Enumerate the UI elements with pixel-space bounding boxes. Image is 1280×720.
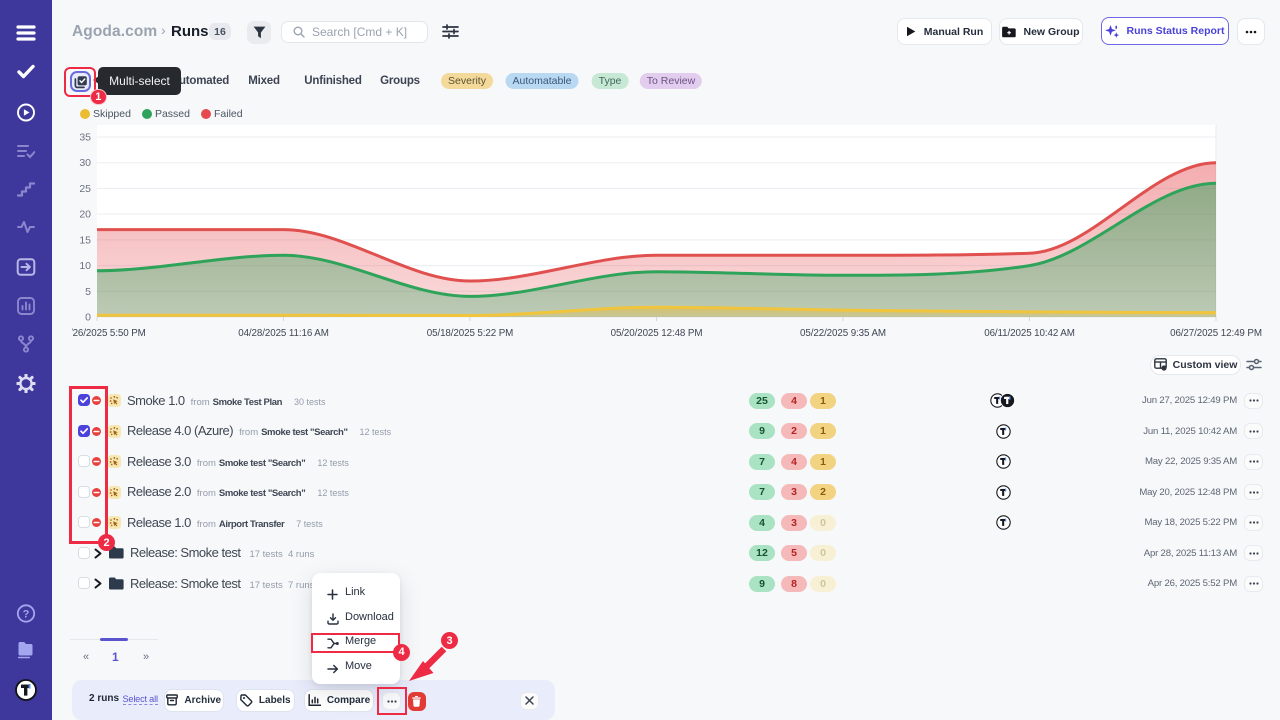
- svg-text:25: 25: [79, 183, 91, 195]
- svg-text:05/18/2025 5:22 PM: 05/18/2025 5:22 PM: [427, 328, 513, 339]
- svg-text:?: ?: [23, 608, 30, 620]
- svg-text:05/20/2025 12:48 PM: 05/20/2025 12:48 PM: [611, 328, 703, 339]
- svg-text:04/28/2025 11:16 AM: 04/28/2025 11:16 AM: [238, 328, 329, 339]
- svg-text:5: 5: [85, 286, 91, 298]
- svg-text:05/22/2025 9:35 AM: 05/22/2025 9:35 AM: [800, 328, 886, 339]
- svg-text:06/11/2025 10:42 AM: 06/11/2025 10:42 AM: [984, 328, 1075, 339]
- svg-text:20: 20: [79, 209, 91, 221]
- svg-text:30: 30: [79, 157, 91, 169]
- svg-text:15: 15: [79, 234, 91, 246]
- svg-text:04/26/2025 5:50 PM: 04/26/2025 5:50 PM: [59, 328, 145, 339]
- svg-text:35: 35: [79, 132, 91, 144]
- svg-text:0: 0: [85, 312, 91, 324]
- svg-text:10: 10: [79, 260, 91, 272]
- svg-text:06/27/2025 12:49 PM: 06/27/2025 12:49 PM: [1170, 328, 1262, 339]
